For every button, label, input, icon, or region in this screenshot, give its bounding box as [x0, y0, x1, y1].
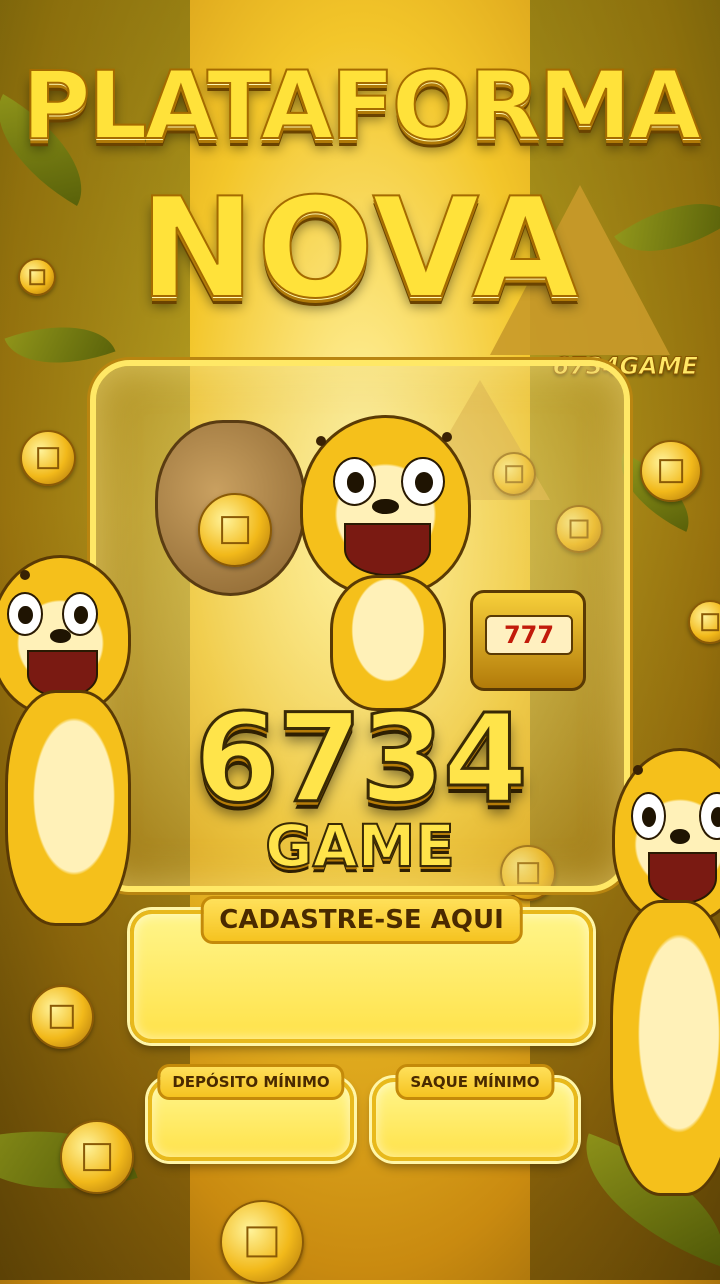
cheetah-mascot — [300, 415, 471, 596]
headline-line-2: NOVA — [138, 167, 581, 330]
logo-number: 6734 — [193, 687, 530, 832]
signup-panel[interactable]: CADASTRE-SE AQUI — [130, 896, 593, 1043]
money-sack-icon — [155, 420, 306, 596]
deposit-label: DEPÓSITO MÍNIMO — [157, 1064, 345, 1100]
headline-line-1: PLATAFORMA — [21, 51, 703, 162]
withdraw-panel[interactable]: SAQUE MÍNIMO — [372, 1064, 578, 1161]
coin-icon — [220, 1200, 304, 1284]
slot-machine-icon: 777 — [470, 590, 586, 691]
logo-word: GAME — [264, 811, 456, 881]
coin-icon — [640, 440, 702, 502]
coin-icon — [198, 493, 272, 567]
withdraw-label: SAQUE MÍNIMO — [395, 1064, 555, 1100]
cheetah-mascot-body — [610, 900, 720, 1196]
coin-icon — [60, 1120, 134, 1194]
deposit-panel[interactable]: DEPÓSITO MÍNIMO — [148, 1064, 354, 1161]
coin-icon — [20, 430, 76, 486]
coin-icon — [30, 985, 94, 1049]
signup-label: CADASTRE-SE AQUI — [200, 896, 523, 944]
